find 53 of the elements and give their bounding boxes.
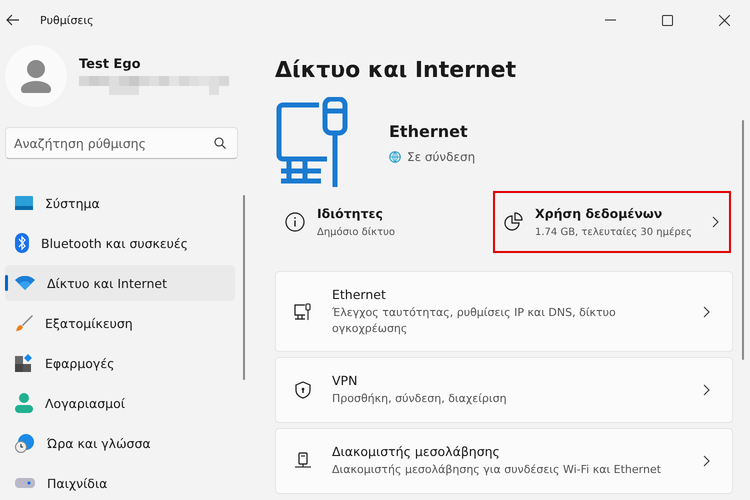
connection-status: Σε σύνδεση [407,150,476,164]
settings-card[interactable]: Ethernet Έλεγχος ταυτότητας, ρυθμίσεις IP και DNS, δίκτυο ογκοχρέωσης [275,271,733,352]
sidebar-item[interactable]: Εφαρμογές [5,345,235,381]
user-name: Test Ego [79,56,142,72]
ethernet-icon [294,302,312,320]
gamepad-icon [15,478,35,488]
chevron-icon [703,306,710,318]
card-title: Χρήση δεδομένων [535,206,664,221]
globe-clock-icon [15,433,35,453]
sidebar-item[interactable]: Ώρα και γλώσσα [5,425,235,461]
avatar-icon [5,45,67,107]
close-icon[interactable] [719,14,730,26]
highlighted-card[interactable]: Χρήση δεδομένων 1.74 GB, τελευταίες 30 ημέρες [493,191,731,253]
search-field[interactable]: Αναζήτηση ρύθμισης [5,127,238,159]
card-title: Ιδιότητες [317,206,384,221]
settings-card[interactable]: VPN Προσθήκη, σύνδεση, διαχείριση [275,357,733,423]
brush-icon [15,314,33,332]
card-subtitle: Δημόσιο δίκτυο [317,227,396,238]
chevron-icon [712,216,719,228]
page-title: Δίκτυο και Internet [275,58,518,83]
sidebar-item[interactable]: Δίκτυο και Internet [5,265,235,301]
back-icon[interactable] [6,14,20,26]
person-icon [15,393,33,413]
setting-title: Ethernet [332,286,387,302]
info-icon [285,212,305,232]
search-icon [214,137,226,149]
setting-description: Έλεγχος ταυτότητας, ρυθμίσεις IP και DNS, δίκτυο ογκοχρέωσης [332,304,617,336]
sidebar-item[interactable]: Bluetooth και συσκευές [5,225,235,261]
server-icon [294,452,312,470]
minimize-icon[interactable] [605,19,616,21]
monitor-icon [15,196,33,210]
window-title: Ρυθμίσεις [40,14,94,26]
sidebar-item[interactable]: Εξατομίκευση [5,305,235,341]
setting-description: Διακομιστής μεσολάβησης για συνδέσεις Wi-Fi και Ethernet [332,462,662,478]
globe-icon [389,151,401,163]
connection-name: Ethernet [389,122,469,141]
summary-card[interactable]: Ιδιότητες Δημόσιο δίκτυο [275,191,485,253]
sidebar-item[interactable]: Παιχνίδια [5,465,235,500]
shield-lock-icon [294,381,312,399]
setting-title: VPN [332,373,358,388]
setting-title: Διακομιστής μεσολάβησης [332,444,501,460]
apps-icon [15,354,33,372]
wifi-icon [15,276,35,290]
settings-card[interactable]: Διακομιστής μεσολάβησης Διακομιστής μεσολάβησης για συνδέσεις Wi-Fi και Ethernet [275,428,733,494]
maximize-icon[interactable] [662,14,673,26]
chevron-icon [703,455,710,467]
setting-description: Προσθήκη, σύνδεση, διαχείριση [332,391,508,407]
card-subtitle: 1.74 GB, τελευταίες 30 ημέρες [535,227,694,238]
chevron-icon [703,384,710,396]
sidebar-item[interactable]: Σύστημα [5,185,235,221]
pie-chart-icon [503,212,523,232]
sidebar-item[interactable]: Λογαριασμοί [5,385,235,421]
bluetooth-icon [15,233,29,253]
